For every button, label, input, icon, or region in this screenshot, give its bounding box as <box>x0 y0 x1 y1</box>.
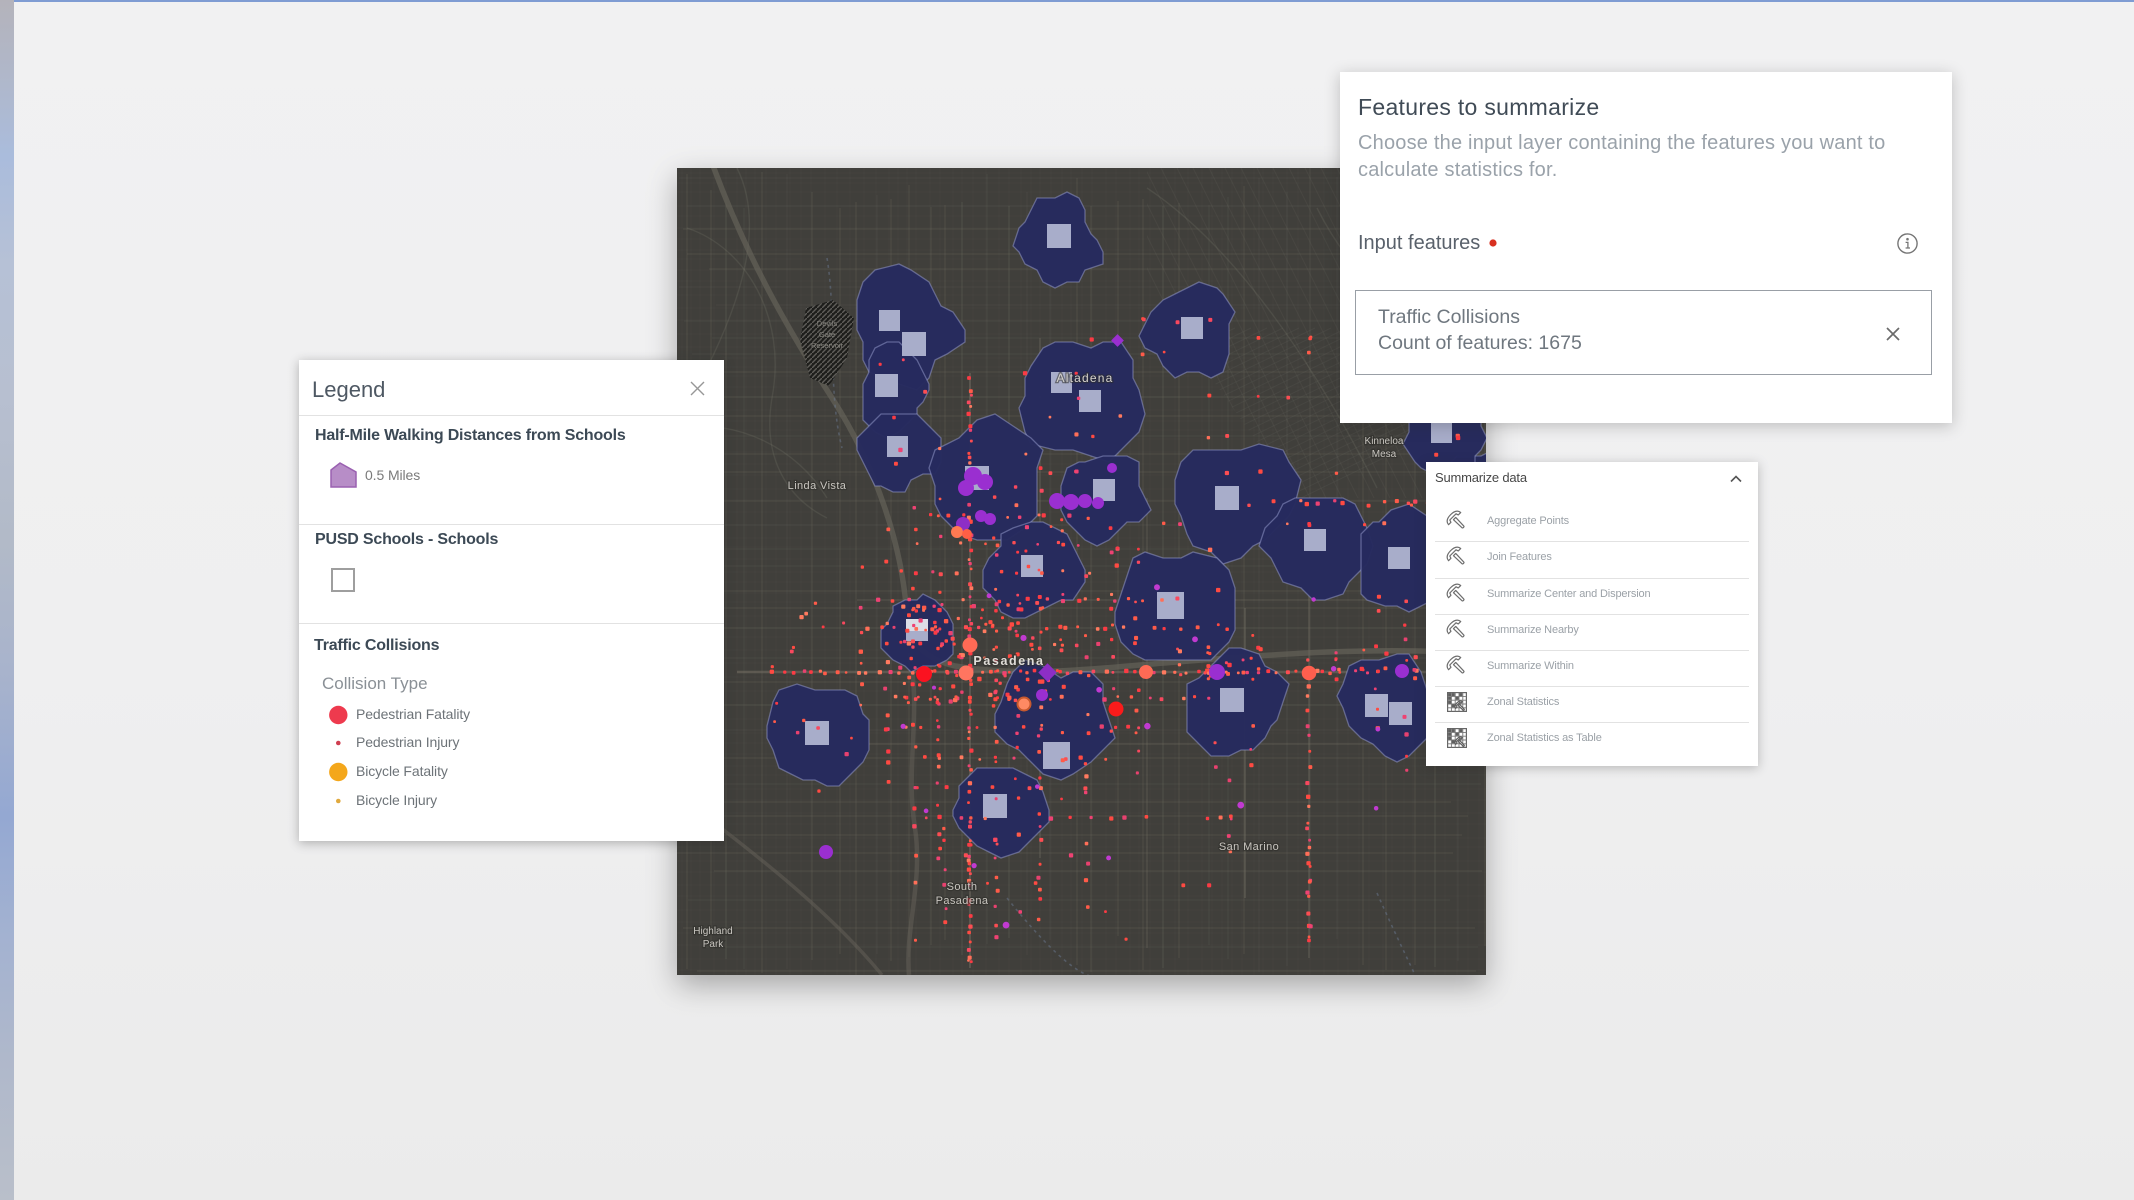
svg-text:San Marino: San Marino <box>1219 841 1279 853</box>
svg-text:Park: Park <box>703 939 725 950</box>
svg-text:Highland: Highland <box>693 926 732 937</box>
svg-text:Mesa: Mesa <box>1372 449 1397 460</box>
svg-text:Reservoir: Reservoir <box>811 341 844 350</box>
svg-text:Linda Vista: Linda Vista <box>788 480 847 492</box>
svg-text:South: South <box>947 881 978 893</box>
svg-text:Altadena: Altadena <box>1057 371 1114 385</box>
svg-text:Pasadena: Pasadena <box>936 895 989 907</box>
svg-text:Gate: Gate <box>819 330 835 339</box>
svg-text:Kinneloa: Kinneloa <box>1365 436 1404 447</box>
svg-text:Pasadena: Pasadena <box>973 654 1044 668</box>
svg-text:Devils: Devils <box>817 319 838 328</box>
